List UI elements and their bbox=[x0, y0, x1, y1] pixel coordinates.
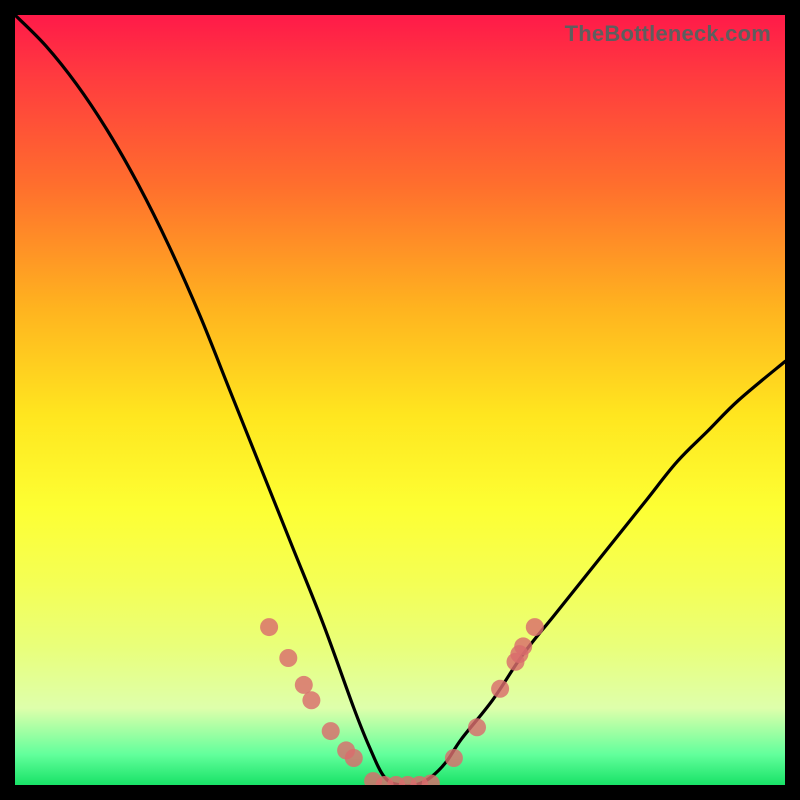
data-marker bbox=[279, 649, 297, 667]
data-marker bbox=[526, 618, 544, 636]
marker-group bbox=[260, 618, 544, 785]
chart-frame: TheBottleneck.com bbox=[0, 0, 800, 800]
data-marker bbox=[491, 680, 509, 698]
data-marker bbox=[422, 775, 440, 786]
data-marker bbox=[514, 637, 532, 655]
data-marker bbox=[260, 618, 278, 636]
curve-line bbox=[15, 15, 785, 785]
plot-area: TheBottleneck.com bbox=[15, 15, 785, 785]
data-marker bbox=[302, 691, 320, 709]
data-marker bbox=[468, 718, 486, 736]
bottleneck-curve bbox=[15, 15, 785, 785]
data-marker bbox=[345, 749, 363, 767]
data-marker bbox=[445, 749, 463, 767]
data-marker bbox=[295, 676, 313, 694]
data-marker bbox=[322, 722, 340, 740]
